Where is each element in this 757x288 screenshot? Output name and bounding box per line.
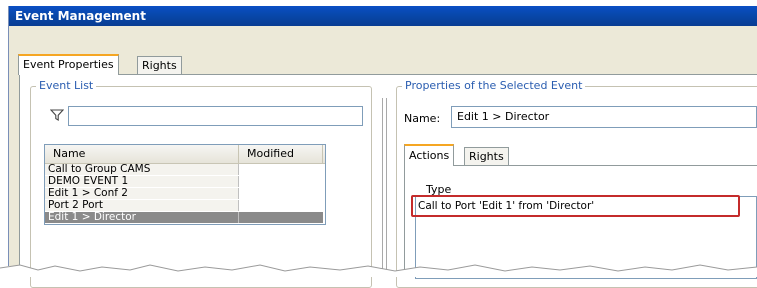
tab-actions[interactable]: Actions <box>404 144 455 166</box>
event-name-cell: Call to Group CAMS <box>45 164 239 175</box>
splitter-line[interactable] <box>386 98 387 273</box>
properties-title: Properties of the Selected Event <box>402 79 586 92</box>
table-row[interactable]: DEMO EVENT 1 <box>45 176 325 188</box>
event-modified-cell <box>239 164 323 175</box>
torn-edge-decoration <box>0 264 757 277</box>
table-row-selected[interactable]: Edit 1 > Director <box>45 212 325 224</box>
event-list-header: Name Modified <box>45 145 325 164</box>
filter-icon[interactable] <box>49 108 65 122</box>
name-label: Name: <box>404 112 441 125</box>
column-header-modified[interactable]: Modified <box>239 145 323 163</box>
column-header-name[interactable]: Name <box>45 145 239 163</box>
event-name-field[interactable]: Edit 1 > Director <box>451 106 757 128</box>
event-name-cell: Edit 1 > Director <box>45 212 239 223</box>
tab-rights-sub[interactable]: Rights <box>464 147 509 165</box>
table-row[interactable]: Edit 1 > Conf 2 <box>45 188 325 200</box>
event-modified-cell <box>239 212 323 223</box>
splitter-line[interactable] <box>382 98 383 273</box>
event-list-title: Event List <box>36 79 97 92</box>
event-name-cell: Port 2 Port <box>45 200 239 211</box>
event-modified-cell <box>239 188 323 199</box>
event-modified-cell <box>239 200 323 211</box>
event-name-cell: DEMO EVENT 1 <box>45 176 239 187</box>
table-row[interactable]: Call to Group CAMS <box>45 164 325 176</box>
event-filter-input[interactable] <box>68 106 363 126</box>
action-highlight-box <box>411 195 740 217</box>
tab-rights[interactable]: Rights <box>137 56 182 74</box>
event-list-table: Name Modified Call to Group CAMS DEMO EV… <box>44 144 326 225</box>
event-name-cell: Edit 1 > Conf 2 <box>45 188 239 199</box>
table-row[interactable]: Port 2 Port <box>45 200 325 212</box>
window-title: Event Management <box>9 6 757 26</box>
event-modified-cell <box>239 176 323 187</box>
tab-event-properties[interactable]: Event Properties <box>18 54 119 75</box>
